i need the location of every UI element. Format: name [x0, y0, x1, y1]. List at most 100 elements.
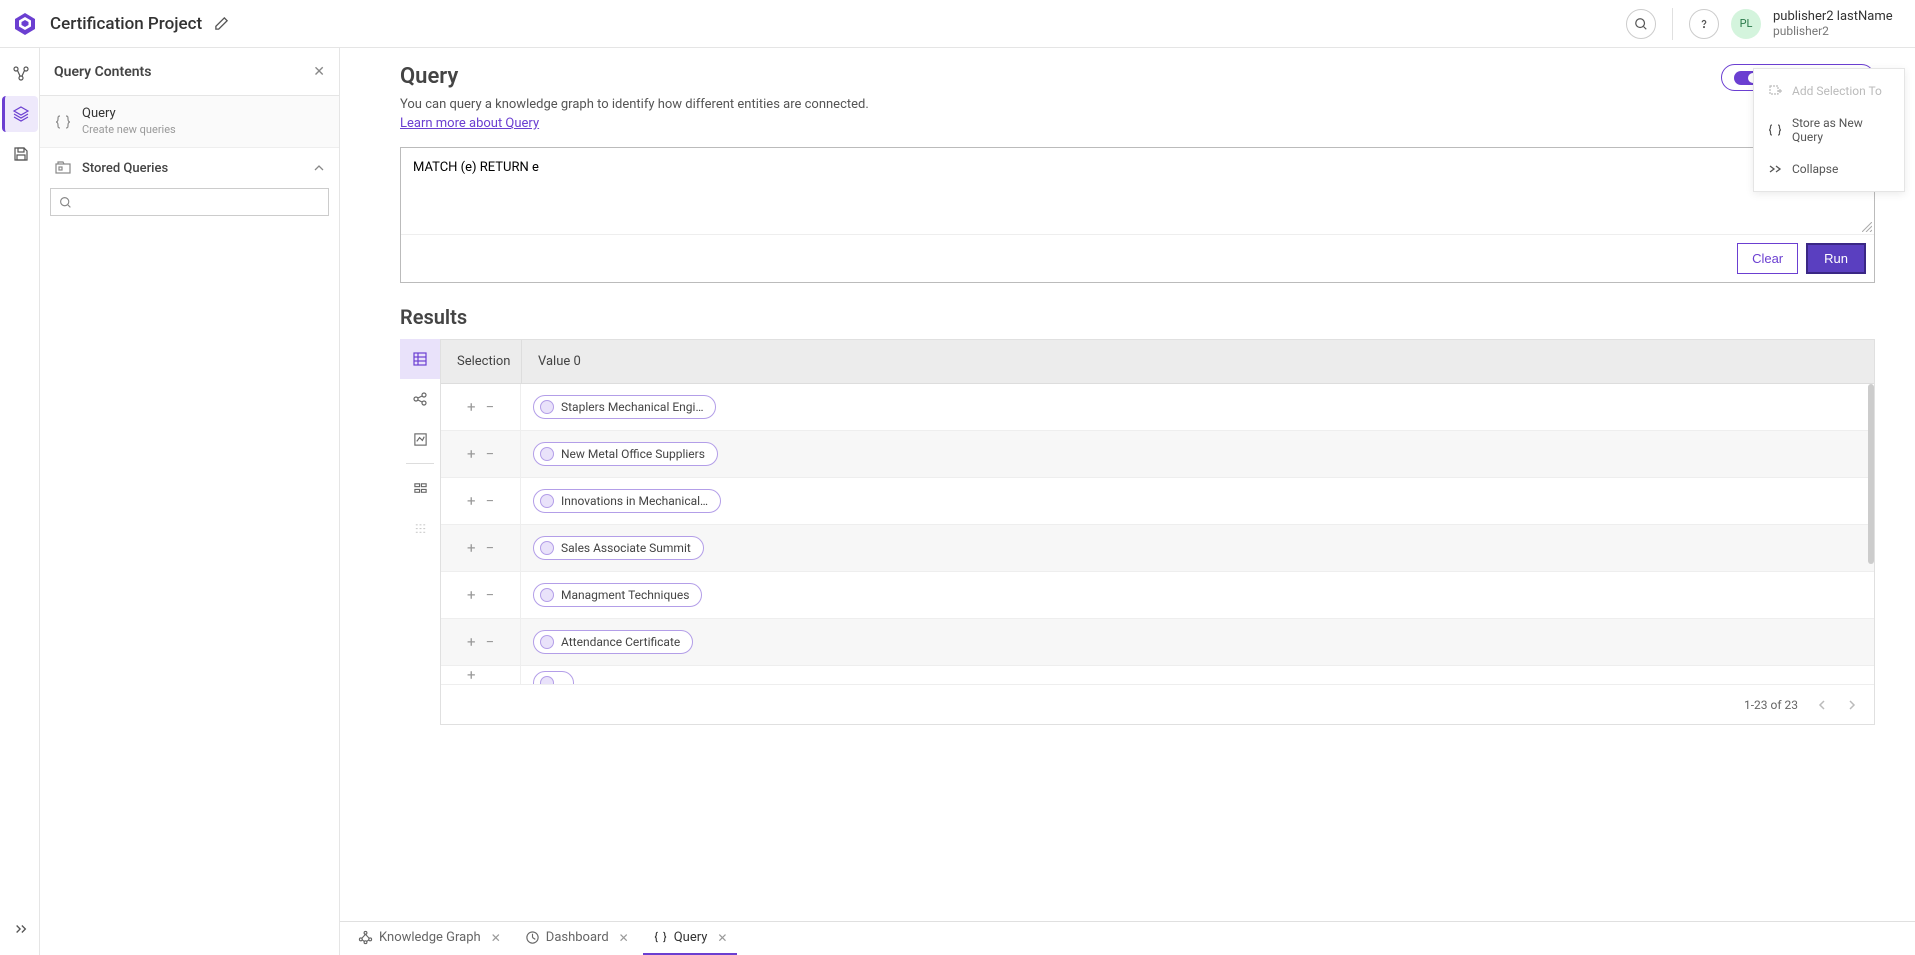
close-panel-icon[interactable]: ✕	[313, 64, 325, 80]
menu-collapse-label: Collapse	[1792, 162, 1838, 176]
run-button[interactable]: Run	[1806, 243, 1866, 274]
user-info[interactable]: publisher2 lastName publisher2	[1773, 9, 1903, 39]
table-row: + − Managment Techniques	[441, 572, 1874, 619]
row-add-icon[interactable]: +	[467, 586, 476, 604]
row-remove-icon[interactable]: −	[485, 398, 494, 416]
view-table-icon[interactable]	[400, 339, 440, 379]
close-icon[interactable]: ✕	[615, 931, 629, 945]
entity-dot-icon	[540, 400, 554, 414]
menu-store-query-label: Store as New Query	[1792, 116, 1890, 144]
entity-label: Managment Techniques	[561, 588, 689, 602]
app-logo	[12, 11, 38, 37]
table-row: + − Attendance Certificate	[441, 619, 1874, 666]
menu-collapse[interactable]: Collapse	[1754, 153, 1904, 185]
entity-label: Attendance Certificate	[561, 635, 680, 649]
rail-save-icon[interactable]	[2, 136, 38, 172]
results-title: Results	[400, 305, 1875, 329]
entity-dot-icon	[540, 588, 554, 602]
tab-label: Dashboard	[546, 930, 609, 945]
rail-layers-icon[interactable]	[2, 96, 38, 132]
rail-expand-icon[interactable]	[2, 911, 38, 947]
entity-pill[interactable]: Innovations in Mechanical…	[533, 489, 721, 513]
page-prev-icon[interactable]	[1816, 699, 1828, 711]
bottom-tab[interactable]: Query ✕	[643, 922, 738, 955]
entity-dot-icon	[540, 494, 554, 508]
clear-button[interactable]: Clear	[1737, 243, 1798, 274]
search-button[interactable]	[1626, 9, 1656, 39]
tab-label: Query	[674, 930, 708, 945]
scrollbar[interactable]	[1868, 384, 1874, 684]
view-list-icon[interactable]	[400, 508, 440, 548]
close-icon[interactable]: ✕	[713, 931, 727, 945]
entity-pill[interactable]: Staplers Mechanical Engi…	[533, 395, 716, 419]
pagination-text: 1-23 of 23	[1744, 698, 1798, 712]
table-row: + − Innovations in Mechanical…	[441, 478, 1874, 525]
row-remove-icon[interactable]: −	[485, 539, 494, 557]
stored-title: Stored Queries	[82, 161, 168, 176]
entity-pill[interactable]	[533, 671, 574, 684]
table-row: + − Sales Associate Summit	[441, 525, 1874, 572]
user-name: publisher2 lastName	[1773, 9, 1903, 25]
learn-more-link[interactable]: Learn more about Query	[400, 116, 539, 131]
query-textarea[interactable]	[401, 148, 1874, 230]
entity-pill[interactable]: Sales Associate Summit	[533, 536, 704, 560]
th-selection: Selection	[441, 340, 521, 383]
help-button[interactable]	[1689, 9, 1719, 39]
menu-store-query[interactable]: Store as New Query	[1754, 107, 1904, 153]
entity-label: New Metal Office Suppliers	[561, 447, 705, 461]
project-title: Certification Project	[50, 14, 202, 34]
row-remove-icon[interactable]: −	[485, 586, 494, 604]
view-chart-icon[interactable]	[400, 419, 440, 459]
edit-icon[interactable]	[214, 16, 229, 31]
add-to-icon	[1768, 84, 1782, 98]
view-graph-icon[interactable]	[400, 379, 440, 419]
row-add-icon[interactable]: +	[467, 398, 476, 416]
tab-icon	[653, 931, 668, 944]
close-icon[interactable]: ✕	[487, 931, 501, 945]
row-add-icon[interactable]: +	[467, 666, 476, 684]
query-item[interactable]: Query Create new queries	[40, 96, 339, 148]
folder-icon	[54, 160, 72, 176]
table-row: + − New Metal Office Suppliers	[441, 431, 1874, 478]
stored-queries-header[interactable]: Stored Queries	[40, 148, 339, 184]
bottom-tab[interactable]: Dashboard ✕	[515, 922, 639, 955]
entity-dot-icon	[540, 635, 554, 649]
braces-icon	[1768, 123, 1782, 137]
entity-pill[interactable]: Managment Techniques	[533, 583, 702, 607]
entity-label: Innovations in Mechanical…	[561, 494, 708, 508]
entity-label: Staplers Mechanical Engi…	[561, 400, 703, 414]
query-item-title: Query	[82, 106, 176, 123]
divider	[1672, 8, 1673, 40]
row-add-icon[interactable]: +	[467, 492, 476, 510]
bottom-tab[interactable]: Knowledge Graph ✕	[348, 922, 511, 955]
entity-dot-icon	[540, 541, 554, 555]
view-grid-icon[interactable]	[400, 468, 440, 508]
entity-pill[interactable]: New Metal Office Suppliers	[533, 442, 718, 466]
tab-icon	[358, 930, 373, 945]
row-remove-icon[interactable]: −	[485, 445, 494, 463]
query-item-sub: Create new queries	[82, 123, 176, 137]
table-row: + − Staplers Mechanical Engi…	[441, 384, 1874, 431]
row-remove-icon[interactable]: −	[485, 633, 494, 651]
menu-add-selection: Add Selection To	[1754, 75, 1904, 107]
tab-label: Knowledge Graph	[379, 930, 481, 945]
entity-label: Sales Associate Summit	[561, 541, 691, 555]
row-add-icon[interactable]: +	[467, 445, 476, 463]
stored-search-input[interactable]	[50, 188, 329, 216]
braces-icon	[54, 114, 72, 130]
row-remove-icon[interactable]: −	[485, 492, 494, 510]
row-add-icon[interactable]: +	[467, 633, 476, 651]
entity-dot-icon	[540, 447, 554, 461]
avatar[interactable]: PL	[1731, 9, 1761, 39]
page-next-icon[interactable]	[1846, 699, 1858, 711]
page-description: You can query a knowledge graph to ident…	[400, 97, 869, 112]
context-menu: Add Selection To Store as New Query Coll…	[1753, 68, 1905, 192]
th-value0: Value 0	[521, 340, 1874, 383]
tab-icon	[525, 930, 540, 945]
rail-graph-icon[interactable]	[2, 56, 38, 92]
user-sub: publisher2	[1773, 24, 1903, 38]
page-title: Query	[400, 64, 869, 89]
row-add-icon[interactable]: +	[467, 539, 476, 557]
panel-title: Query Contents	[54, 64, 151, 80]
entity-pill[interactable]: Attendance Certificate	[533, 630, 693, 654]
